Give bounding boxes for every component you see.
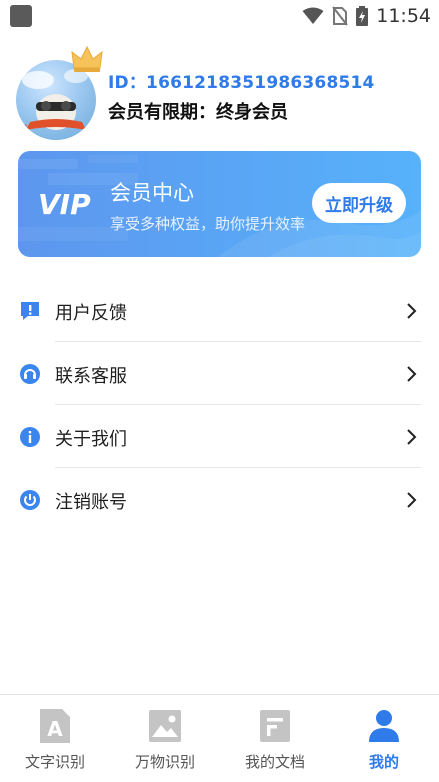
chevron-right-icon [407, 303, 417, 319]
no-sim-icon [332, 6, 349, 26]
vip-expiry-text: 会员有限期：终身会员 [108, 102, 288, 123]
wifi-icon [302, 7, 324, 24]
user-id: ID：1661218351986368514 [108, 73, 375, 93]
tab-label: 万物识别 [134, 753, 195, 771]
menu-item-label: 注销账号 [55, 491, 127, 513]
svg-text:VIP: VIP [38, 189, 91, 219]
status-indicators: 11:54 [302, 2, 431, 30]
power-icon [20, 490, 40, 510]
tab-my-documents[interactable]: 我的文档 [220, 695, 330, 782]
vip-crown-icon [71, 45, 103, 72]
tab-label: 文字识别 [24, 753, 85, 771]
menu-item-about-us[interactable]: 关于我们 [0, 406, 439, 469]
tab-text-recognition[interactable]: A 文字识别 [0, 695, 110, 782]
menu-divider [55, 467, 421, 468]
menu-divider [55, 404, 421, 405]
vip-center-subtitle: 享受多种权益，助你提升效率 [110, 215, 306, 233]
battery-charging-icon [356, 6, 369, 26]
info-icon [20, 427, 40, 447]
chevron-right-icon [407, 366, 417, 382]
document-icon [260, 710, 290, 742]
image-recognition-icon [149, 710, 181, 742]
customer-service-icon [20, 364, 40, 384]
vip-logo-icon: VIP [38, 189, 91, 219]
menu-item-label: 关于我们 [55, 428, 127, 450]
app-notification-icon [10, 5, 32, 27]
profile-icon [369, 710, 399, 742]
tab-label: 我的 [368, 753, 399, 771]
upgrade-button[interactable]: 立即升级 [312, 183, 406, 223]
tab-image-recognition[interactable]: 万物识别 [110, 695, 220, 782]
chevron-right-icon [407, 492, 417, 508]
vip-center-banner[interactable]: VIP 会员中心 享受多种权益，助你提升效率 立即升级 [18, 151, 421, 257]
text-recognition-icon: A [40, 709, 70, 743]
menu-item-label: 用户反馈 [55, 302, 127, 324]
menu-item-customer-service[interactable]: 联系客服 [0, 343, 439, 406]
svg-text:A: A [47, 717, 63, 741]
bottom-nav: A 文字识别 万物识别 我的文档 我的 [0, 694, 439, 782]
tab-mine[interactable]: 我的 [329, 695, 439, 782]
vip-center-title: 会员中心 [110, 181, 194, 205]
tab-label: 我的文档 [244, 753, 305, 771]
menu-item-label: 联系客服 [55, 365, 127, 387]
feedback-icon [21, 302, 39, 320]
status-bar: 11:54 [0, 0, 439, 32]
menu-divider [55, 341, 421, 342]
status-time: 11:54 [376, 5, 431, 27]
menu-item-feedback[interactable]: 用户反馈 [0, 280, 439, 343]
menu-item-delete-account[interactable]: 注销账号 [0, 469, 439, 532]
chevron-right-icon [407, 429, 417, 445]
